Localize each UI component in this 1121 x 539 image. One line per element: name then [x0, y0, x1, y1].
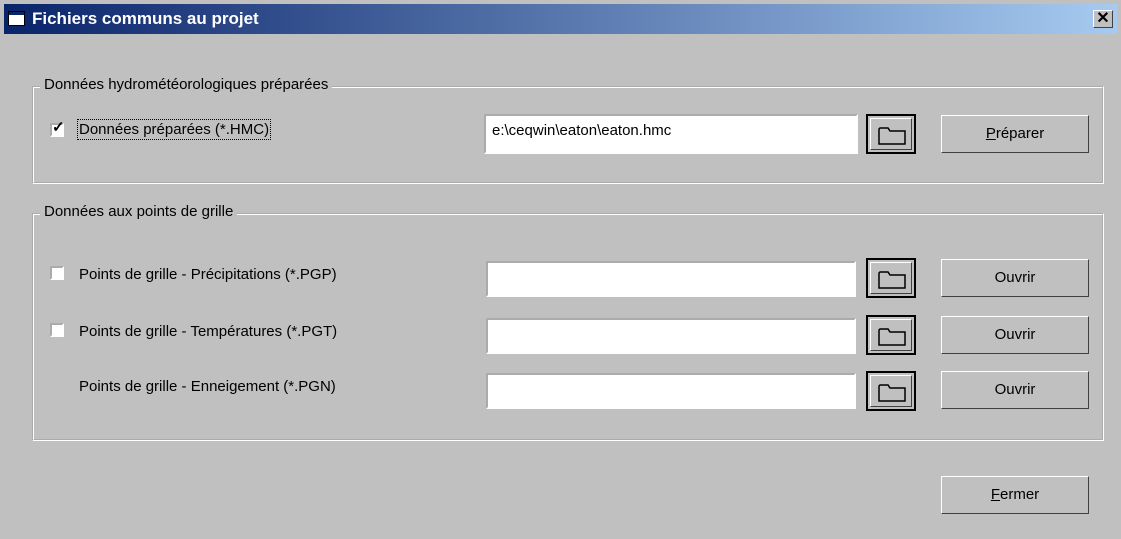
prepare-mnemonic: P: [985, 125, 996, 142]
checkmark-icon: ✓: [52, 119, 65, 136]
prepared-data-path-field[interactable]: e:\ceqwin\eaton\eaton.hmc: [484, 114, 858, 154]
prepare-label: réparer: [995, 125, 1045, 142]
window-icon: [8, 11, 25, 26]
grid-data-legend: Données aux points de grille: [40, 203, 238, 220]
close-mnemonic: F: [990, 486, 1000, 503]
snow-label: Points de grille - Enneigement (*.PGN): [79, 378, 336, 395]
prepared-data-legend: Données hydrométéorologiques préparées: [40, 76, 333, 93]
browse-snow-button[interactable]: [866, 371, 916, 411]
open-snow-button[interactable]: Ouvrir: [941, 371, 1089, 409]
temperature-label: Points de grille - Températures (*.PGT): [79, 323, 338, 340]
title-bar[interactable]: Fichiers communs au projet ✕: [4, 4, 1117, 34]
browse-prepared-button[interactable]: [866, 114, 916, 154]
close-dialog-button[interactable]: Fermer: [941, 476, 1089, 514]
precipitation-checkbox[interactable]: [50, 266, 64, 280]
browse-precipitation-button[interactable]: [866, 258, 916, 298]
window-title: Fichiers communs au projet: [32, 9, 259, 28]
precipitation-path-field[interactable]: [486, 261, 856, 297]
snow-path-field[interactable]: [486, 373, 856, 409]
folder-icon: [878, 384, 906, 402]
temperature-checkbox[interactable]: [50, 323, 64, 337]
prepared-data-label: Données préparées (*.HMC): [76, 119, 272, 140]
close-label: ermer: [1000, 486, 1040, 503]
folder-icon: [878, 127, 906, 145]
close-icon: ✕: [1096, 10, 1110, 27]
prepared-data-label-wrap: Données préparées (*.HMC): [76, 119, 272, 140]
prepare-button[interactable]: Préparer: [941, 115, 1089, 153]
dialog-window: Fichiers communs au projet ✕ Données hyd…: [0, 0, 1121, 539]
folder-icon: [878, 328, 906, 346]
folder-icon: [878, 271, 906, 289]
open-precipitation-button[interactable]: Ouvrir: [941, 259, 1089, 297]
close-window-button[interactable]: ✕: [1093, 10, 1113, 28]
precipitation-label: Points de grille - Précipitations (*.PGP…: [79, 266, 337, 283]
browse-temperature-button[interactable]: [866, 315, 916, 355]
temperature-path-field[interactable]: [486, 318, 856, 354]
open-temperature-button[interactable]: Ouvrir: [941, 316, 1089, 354]
prepared-data-checkbox[interactable]: ✓: [50, 119, 65, 137]
